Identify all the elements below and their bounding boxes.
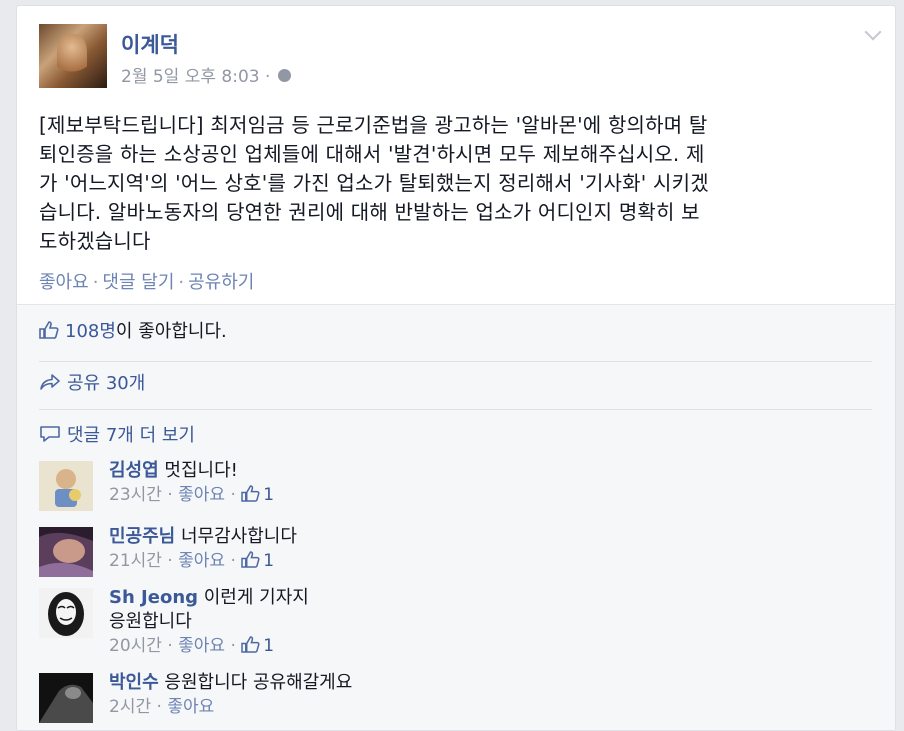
commenter-avatar[interactable] <box>39 588 93 638</box>
chevron-down-icon[interactable] <box>865 26 879 40</box>
post-text-line: 습니다. 알바노동자의 당연한 권리에 대해 반발하는 업소가 어디인지 명확히… <box>39 200 700 224</box>
post-meta: 2월 5일 오후 8:03 · <box>121 62 291 87</box>
action-separator: · <box>178 272 185 293</box>
post-text-line: [제보부탁드립니다] 최저임금 등 근로기준법을 광고하는 '알바몬'에 항의하… <box>39 113 708 137</box>
meta-separator: · <box>265 67 271 87</box>
more-comments-link[interactable]: 댓글 7개 더 보기 <box>67 425 195 446</box>
commenter-name[interactable]: 김성엽 <box>109 460 159 481</box>
post-timestamp[interactable]: 2월 5일 오후 8:03 <box>121 67 260 87</box>
post-text-line: 퇴인증을 하는 소상공인 업체들에 대해서 '발견'하시면 모두 제보해주십시오… <box>39 142 705 166</box>
comment-time[interactable]: 21시간 <box>109 551 162 571</box>
post-text-line: 도하겠습니다 <box>39 229 151 253</box>
commenter-avatar[interactable] <box>39 461 93 511</box>
comment-meta: 23시간 · 좋아요 · 1 <box>109 483 274 507</box>
comment-link[interactable]: 댓글 달기 <box>102 272 174 293</box>
comment-like-link[interactable]: 좋아요 <box>178 551 225 571</box>
meta-separator: · <box>230 485 236 505</box>
comment-time[interactable]: 2시간 <box>109 697 151 717</box>
comment-time[interactable]: 20시간 <box>109 636 162 656</box>
comment-like-link[interactable]: 좋아요 <box>178 636 225 656</box>
comment-item: 박인수 응원합니다 공유해갈게요 2시간 · 좋아요 <box>39 671 869 730</box>
meta-separator: · <box>230 551 236 571</box>
post-header: 이계덕 2월 5일 오후 8:03 · <box>39 24 869 90</box>
comment-item: Sh Jeong 이런게 기자지 응원합니다 20시간 · 좋아요 · 1 <box>39 586 869 668</box>
comment-like-link[interactable]: 좋아요 <box>178 485 225 505</box>
comment-text: 이런게 기자지 <box>203 587 309 608</box>
author-avatar[interactable] <box>39 24 107 88</box>
comment-text: 너무감사합니다 <box>180 526 297 547</box>
comment-body: 김성엽 멋집니다! 23시간 · 좋아요 · 1 <box>109 459 274 507</box>
comment-meta: 2시간 · 좋아요 <box>109 695 352 719</box>
post-card: 이계덕 2월 5일 오후 8:03 · [제보부탁드립니다] 최저임금 등 근로… <box>16 5 896 731</box>
like-link[interactable]: 좋아요 <box>39 272 89 293</box>
post-text-line: 가 '어느지역'의 '어느 상호'를 가진 업소가 탈퇴했는지 정리해서 '기사… <box>39 171 709 195</box>
action-separator: · <box>92 272 99 293</box>
thumbs-up-icon <box>241 550 260 568</box>
comment-item: 민공주님 너무감사합니다 21시간 · 좋아요 · 1 <box>39 525 869 587</box>
comment-text-line2: 응원합니다 <box>109 611 192 632</box>
thumbs-up-icon <box>241 635 260 653</box>
thumbs-up-icon <box>39 321 59 339</box>
likes-count[interactable]: 108명 <box>65 321 116 342</box>
shares-summary: 공유 30개 <box>39 369 872 410</box>
comment-like-link[interactable]: 좋아요 <box>167 697 214 717</box>
comment-meta: 20시간 · 좋아요 · 1 <box>109 634 309 658</box>
comment-icon <box>39 425 61 443</box>
comment-meta: 21시간 · 좋아요 · 1 <box>109 549 297 573</box>
meta-separator: · <box>167 485 173 505</box>
post-actions: 좋아요 · 댓글 달기 · 공유하기 <box>39 268 254 294</box>
meta-separator: · <box>230 636 236 656</box>
commenter-avatar[interactable] <box>39 673 93 723</box>
comment-body: 박인수 응원합니다 공유해갈게요 2시간 · 좋아요 <box>109 671 352 719</box>
meta-separator: · <box>167 551 173 571</box>
feedback-section: 108명이 좋아합니다. 공유 30개 댓글 7개 더 보기 김성엽 멋집니다!… <box>17 304 895 730</box>
more-comments-row: 댓글 7개 더 보기 <box>39 421 872 453</box>
commenter-name[interactable]: 민공주님 <box>109 526 175 547</box>
commenter-name[interactable]: 박인수 <box>109 672 159 693</box>
commenter-name[interactable]: Sh Jeong <box>109 587 198 608</box>
comment-body: Sh Jeong 이런게 기자지 응원합니다 20시간 · 좋아요 · 1 <box>109 586 309 658</box>
comment-text: 응원합니다 공유해갈게요 <box>164 672 353 693</box>
thumbs-up-icon <box>241 484 260 502</box>
meta-separator: · <box>156 697 162 717</box>
author-name[interactable]: 이계덕 <box>121 29 179 59</box>
comment-body: 민공주님 너무감사합니다 21시간 · 좋아요 · 1 <box>109 525 297 573</box>
post-text: [제보부탁드립니다] 최저임금 등 근로기준법을 광고하는 '알바몬'에 항의하… <box>39 111 879 256</box>
likes-suffix: 이 좋아합니다. <box>115 321 227 342</box>
comment-like-count[interactable]: 1 <box>263 636 274 656</box>
comment-text: 멋집니다! <box>164 460 238 481</box>
likes-summary: 108명이 좋아합니다. <box>39 317 872 362</box>
meta-separator: · <box>167 636 173 656</box>
comment-time[interactable]: 23시간 <box>109 485 162 505</box>
comment-like-count[interactable]: 1 <box>263 485 274 505</box>
commenter-avatar[interactable] <box>39 527 93 577</box>
comment-like-count[interactable]: 1 <box>263 551 274 571</box>
share-arrow-icon <box>39 373 61 391</box>
comment-item: 김성엽 멋집니다! 23시간 · 좋아요 · 1 <box>39 459 869 521</box>
shares-link[interactable]: 공유 30개 <box>67 373 145 394</box>
share-link[interactable]: 공유하기 <box>188 272 254 293</box>
globe-icon[interactable] <box>277 68 291 82</box>
